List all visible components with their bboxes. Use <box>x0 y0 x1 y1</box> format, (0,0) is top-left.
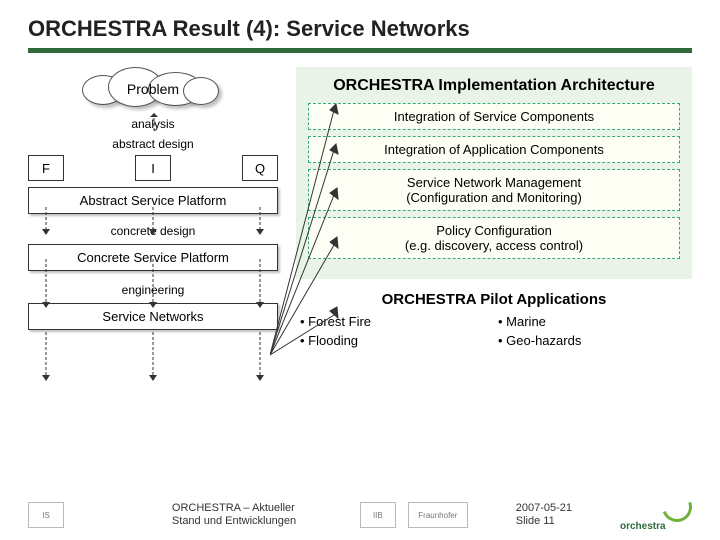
abstract-platform-box: Abstract Service Platform <box>28 187 278 214</box>
pilot-item-label: Geo-hazards <box>506 333 581 348</box>
pilot-item-label: Marine <box>506 314 546 329</box>
abstract-design-label: abstract design <box>28 137 278 151</box>
footer-caption: ORCHESTRA – Aktueller Stand und Entwickl… <box>112 502 312 528</box>
orchestra-logo: orchestra <box>620 498 692 532</box>
arch-box-network-management: Service Network Management (Configuratio… <box>308 169 680 211</box>
problem-label: Problem <box>88 67 218 111</box>
info-society-logo: IS <box>28 502 64 528</box>
engineering-label: engineering <box>28 283 278 297</box>
fiq-I: I <box>135 155 171 181</box>
architecture-panel: ORCHESTRA Implementation Architecture In… <box>296 67 692 279</box>
iib-logo: IIB <box>360 502 396 528</box>
pilot-item-label: Flooding <box>308 333 358 348</box>
problem-cloud: Problem <box>88 67 218 111</box>
arch-box-application-components: Integration of Application Components <box>308 136 680 163</box>
footer-meta: 2007-05-21 Slide 11 <box>516 502 572 528</box>
fiq-F: F <box>28 155 64 181</box>
pilot-item: • Flooding <box>296 331 494 350</box>
arch-box-service-components: Integration of Service Components <box>308 103 680 130</box>
pilot-item: • Forest Fire <box>296 312 494 331</box>
title-rule <box>28 48 692 53</box>
pilot-item: • Geo-hazards <box>494 331 692 350</box>
pilot-item-label: Forest Fire <box>308 314 371 329</box>
pilot-title: ORCHESTRA Pilot Applications <box>296 291 692 308</box>
right-column: ORCHESTRA Implementation Architecture In… <box>296 67 692 350</box>
footer: IS ORCHESTRA – Aktueller Stand und Entwi… <box>0 498 720 532</box>
arch-box-policy-config: Policy Configuration (e.g. discovery, ac… <box>308 217 680 259</box>
fiq-Q: Q <box>242 155 278 181</box>
analysis-label: analysis <box>28 117 278 131</box>
fiq-row: F I Q <box>28 155 278 181</box>
pilot-item: • Marine <box>494 312 692 331</box>
process-column: Problem analysis abstract design F I Q A… <box>28 67 278 350</box>
fraunhofer-logo: Fraunhofer <box>408 502 468 528</box>
pilot-list: • Forest Fire • Marine • Flooding • Geo-… <box>296 312 692 350</box>
service-networks-box: Service Networks <box>28 303 278 330</box>
concrete-design-label: concrete design <box>28 224 278 238</box>
orchestra-logo-text: orchestra <box>620 521 666 532</box>
architecture-title: ORCHESTRA Implementation Architecture <box>308 77 680 95</box>
footer-date: 2007-05-21 <box>516 502 572 515</box>
slide-title: ORCHESTRA Result (4): Service Networks <box>28 16 692 42</box>
footer-slide-number: Slide 11 <box>516 515 572 528</box>
concrete-platform-box: Concrete Service Platform <box>28 244 278 271</box>
